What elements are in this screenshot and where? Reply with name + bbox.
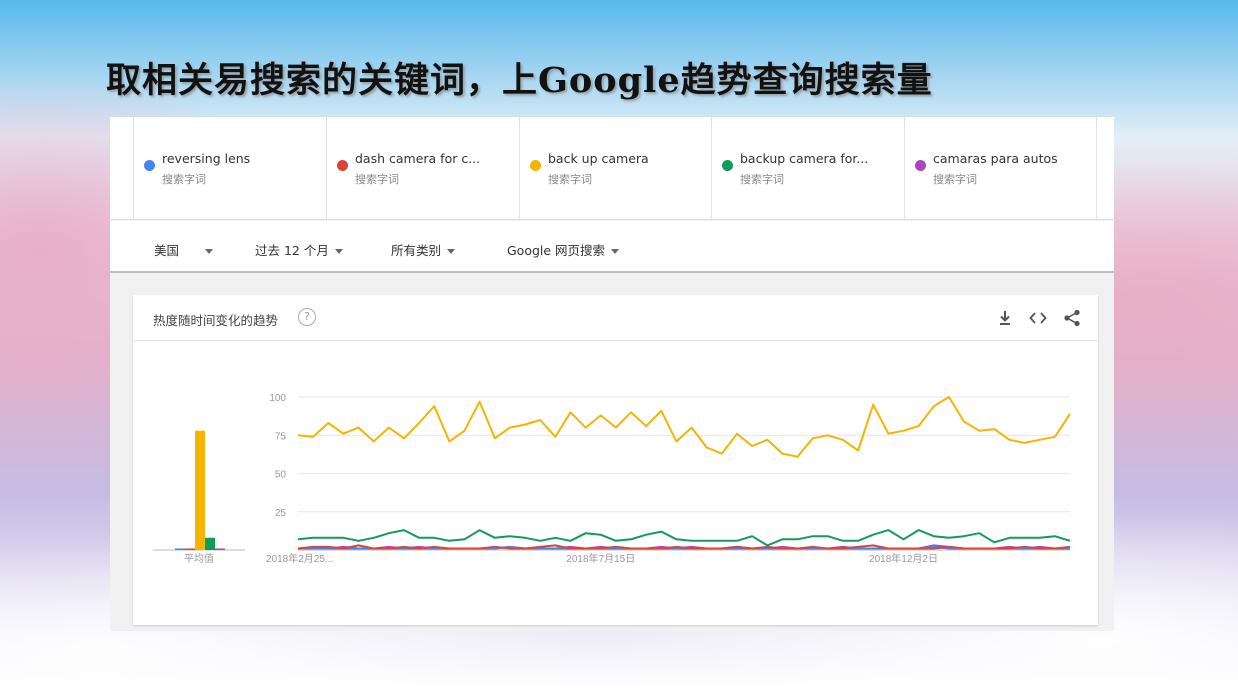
average-bar bbox=[175, 548, 185, 550]
x-tick-label: 2018年12月2日 bbox=[869, 552, 938, 565]
series-line-backup-camera-for bbox=[297, 529, 1071, 547]
average-bar bbox=[195, 430, 205, 550]
term-back-up-camera[interactable]: back up camera 搜索字词 bbox=[519, 117, 712, 220]
card-title: 热度随时间变化的趋势 bbox=[153, 313, 279, 328]
chevron-down-icon bbox=[334, 249, 343, 254]
term-type: 搜索字词 bbox=[933, 173, 977, 186]
chart-grid bbox=[298, 396, 1070, 551]
filter-bar: 美国 过去 12 个月 所有类别 Google 网页搜索 bbox=[110, 221, 1114, 273]
search-terms-bar: reversing lens 搜索字词 dash camera for c...… bbox=[110, 117, 1114, 220]
region-value: 美国 bbox=[154, 243, 180, 258]
region-dropdown[interactable]: 美国 bbox=[154, 240, 214, 259]
interest-over-time-card: 热度随时间变化的趋势 ? 平均值 100 75 50 25 2018年2月25... 20… bbox=[133, 295, 1098, 625]
term-dash-camera[interactable]: dash camera for c... 搜索字词 bbox=[326, 117, 519, 220]
series-line-dash-camera-for-c bbox=[297, 544, 1071, 550]
y-tick-label: 100 bbox=[269, 393, 286, 404]
term-type: 搜索字词 bbox=[740, 173, 784, 186]
term-label: backup camera for... bbox=[740, 151, 869, 166]
term-type: 搜索字词 bbox=[162, 173, 206, 186]
search-type-dropdown[interactable]: Google 网页搜索 bbox=[507, 240, 620, 259]
term-type: 搜索字词 bbox=[548, 173, 592, 186]
y-tick-label: 75 bbox=[275, 431, 287, 442]
y-tick-label: 50 bbox=[275, 470, 287, 481]
trend-chart: 平均值 100 75 50 25 2018年2月25... 2018年7月15日 2018年… bbox=[153, 393, 1071, 565]
download-icon[interactable] bbox=[995, 308, 1015, 328]
card-header: 热度随时间变化的趋势 ? bbox=[133, 295, 1098, 341]
series-line-back-up-camera bbox=[297, 396, 1071, 458]
share-icon[interactable] bbox=[1062, 308, 1082, 328]
time-range-value: 过去 12 个月 bbox=[255, 243, 329, 258]
average-label: 平均值 bbox=[184, 552, 214, 565]
help-icon[interactable]: ? bbox=[298, 308, 316, 326]
chevron-down-icon bbox=[447, 249, 456, 254]
y-tick-label: 25 bbox=[275, 508, 287, 519]
search-type-value: Google 网页搜索 bbox=[507, 243, 606, 258]
term-label: dash camera for c... bbox=[355, 151, 481, 166]
term-label: reversing lens bbox=[162, 151, 251, 166]
category-value: 所有类别 bbox=[391, 243, 442, 258]
x-tick-label: 2018年7月15日 bbox=[566, 552, 635, 565]
term-color-dot bbox=[722, 160, 733, 171]
term-camaras-para-autos[interactable]: camaras para autos 搜索字词 bbox=[904, 117, 1097, 220]
term-color-dot bbox=[530, 160, 541, 171]
term-color-dot bbox=[915, 160, 926, 171]
average-bars: 平均值 bbox=[153, 430, 245, 565]
x-tick-label: 2018年2月25... bbox=[266, 552, 333, 565]
term-label: back up camera bbox=[548, 151, 649, 166]
slide-title: 取相关易搜索的关键词，上Google趋势查询搜索量 bbox=[106, 60, 933, 101]
term-color-dot bbox=[337, 160, 348, 171]
average-bar bbox=[215, 548, 225, 550]
category-dropdown[interactable]: 所有类别 bbox=[391, 240, 456, 259]
term-label: camaras para autos bbox=[933, 151, 1058, 166]
term-backup-camera-for[interactable]: backup camera for... 搜索字词 bbox=[711, 117, 904, 220]
series-lines bbox=[297, 396, 1071, 550]
chevron-down-icon bbox=[205, 249, 214, 254]
average-bar bbox=[185, 548, 195, 550]
term-color-dot bbox=[144, 160, 155, 171]
time-range-dropdown[interactable]: 过去 12 个月 bbox=[255, 240, 343, 259]
term-reversing-lens[interactable]: reversing lens 搜索字词 bbox=[133, 117, 326, 220]
chevron-down-icon bbox=[611, 249, 620, 254]
average-bar bbox=[205, 537, 215, 550]
trends-panel: reversing lens 搜索字词 dash camera for c...… bbox=[110, 117, 1114, 631]
term-type: 搜索字词 bbox=[355, 173, 399, 186]
embed-code-icon[interactable] bbox=[1028, 308, 1048, 328]
